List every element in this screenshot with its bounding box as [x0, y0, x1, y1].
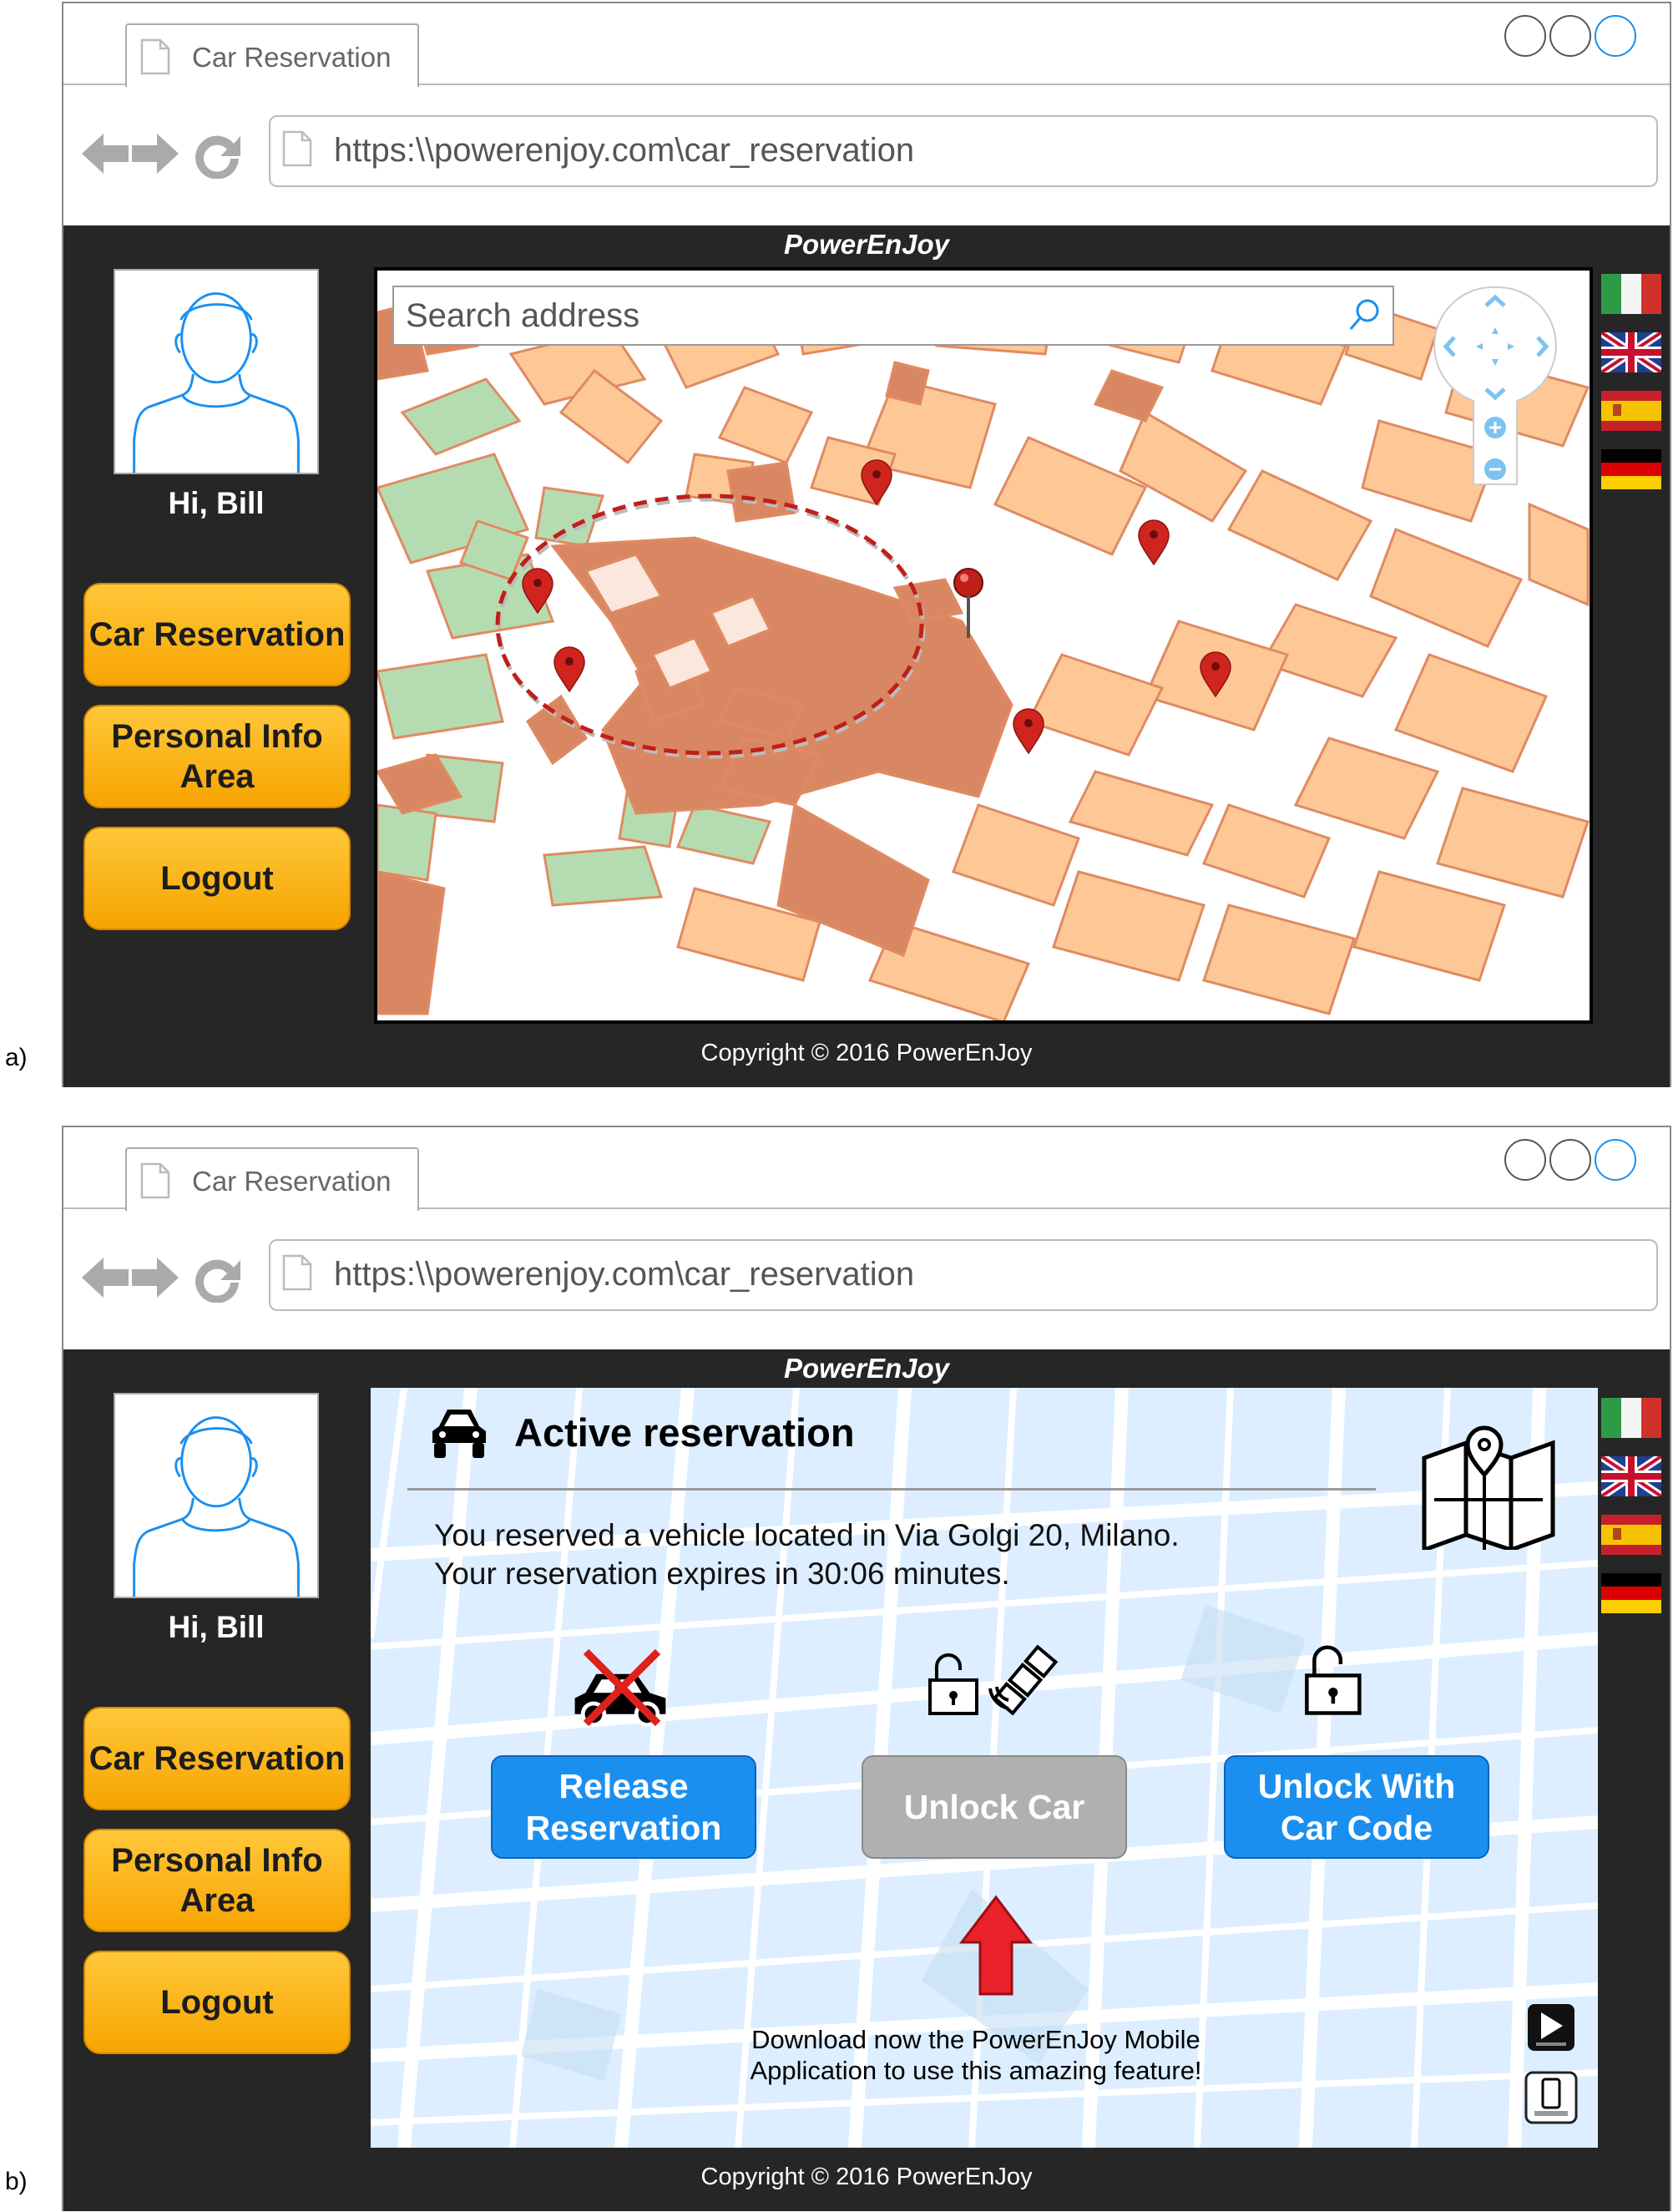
spain-flag-icon[interactable]: [1601, 1515, 1661, 1555]
nav-arrows-icon[interactable]: [80, 1253, 247, 1303]
pin-icon[interactable]: [553, 646, 586, 693]
page-icon: [282, 1254, 312, 1291]
pin-icon[interactable]: [521, 568, 554, 615]
logout-button[interactable]: Logout: [83, 1951, 351, 2054]
car-reservation-button[interactable]: Car Reservation: [83, 583, 351, 686]
app-area: PowerEnJoy Hi, Bill Car Reservation Pers…: [63, 225, 1670, 1087]
unlock-car-button[interactable]: Unlock Car: [862, 1755, 1127, 1859]
app-area: PowerEnJoy Hi, Bill Car Reservation Pers…: [63, 1349, 1670, 2211]
germany-flag-icon[interactable]: [1601, 449, 1661, 489]
app-store-icon[interactable]: [1524, 2071, 1578, 2124]
page-icon: [282, 130, 312, 167]
map-location-icon: [1422, 1425, 1555, 1550]
panel-b-label: b): [5, 2168, 28, 2195]
up-arrow-icon: [958, 1895, 1034, 1996]
address-bar[interactable]: https:\\powerenjoy.com\car_reservation: [269, 1239, 1658, 1311]
window-controls: [1504, 1139, 1636, 1181]
search-input[interactable]: Search address: [392, 286, 1394, 346]
browser-tab[interactable]: Car Reservation: [125, 1147, 419, 1211]
brand-title: PowerEnJoy: [783, 1353, 950, 1384]
brand-title: PowerEnJoy: [783, 229, 950, 260]
window-minimize-button[interactable]: [1549, 1139, 1591, 1181]
url-text: https:\\powerenjoy.com\car_reservation: [334, 1256, 915, 1293]
browser-window-a: Car Reservation https:\\powerenjoy.com\c…: [62, 2, 1671, 1087]
italy-flag-icon[interactable]: [1601, 274, 1661, 314]
uk-flag-icon[interactable]: [1601, 332, 1661, 372]
greeting-text: Hi, Bill: [168, 1610, 265, 1644]
car-icon: [432, 1410, 486, 1458]
current-location-pin-icon: [953, 568, 983, 638]
copyright-text: Copyright © 2016 PowerEnJoy: [700, 2164, 1033, 2190]
address-bar[interactable]: https:\\powerenjoy.com\car_reservation: [269, 115, 1658, 187]
pin-icon[interactable]: [1199, 651, 1232, 698]
tab-strip: Car Reservation: [63, 3, 1670, 87]
personal-info-button[interactable]: Personal Info Area: [83, 1829, 351, 1932]
browser-window-b: Car Reservation https:\\powerenjoy.com\c…: [62, 1126, 1671, 2211]
pin-icon[interactable]: [1012, 708, 1045, 755]
download-app-text: Download now the PowerEnJoy Mobile Appli…: [750, 2025, 1202, 2085]
map-view[interactable]: Search address: [374, 267, 1593, 1024]
window-maximize-button[interactable]: [1595, 15, 1636, 57]
nav-arrows-icon[interactable]: [80, 129, 247, 179]
reservation-expiry-text: Your reservation expires in 30:06 minute…: [434, 1556, 1010, 1591]
panel-a-label: a): [5, 1044, 28, 1071]
tab-strip: Car Reservation: [63, 1127, 1670, 1211]
copyright-text: Copyright © 2016 PowerEnJoy: [700, 1040, 1033, 1066]
nav-bar: https:\\powerenjoy.com\car_reservation: [63, 85, 1670, 225]
logout-button[interactable]: Logout: [83, 827, 351, 930]
city-map: [377, 286, 1590, 1020]
tab-title: Car Reservation: [192, 1166, 392, 1197]
window-close-button[interactable]: [1504, 1139, 1546, 1181]
avatar: [114, 269, 319, 474]
release-car-icon: [558, 1648, 691, 1730]
tab-title: Car Reservation: [192, 42, 392, 73]
window-close-button[interactable]: [1504, 15, 1546, 57]
window-minimize-button[interactable]: [1549, 15, 1591, 57]
greeting-text: Hi, Bill: [168, 486, 265, 520]
car-reservation-button[interactable]: Car Reservation: [83, 1707, 351, 1810]
window-maximize-button[interactable]: [1595, 1139, 1636, 1181]
reservation-panel: Active reservation You reserved a vehicl…: [371, 1388, 1598, 2148]
page-icon: [140, 1162, 170, 1199]
unlock-with-car-code-button[interactable]: Unlock With Car Code: [1224, 1755, 1489, 1859]
nav-bar: https:\\powerenjoy.com\car_reservation: [63, 1209, 1670, 1349]
lock-icon: [1301, 1642, 1367, 1717]
pin-icon[interactable]: [860, 459, 893, 506]
spain-flag-icon[interactable]: [1601, 391, 1661, 431]
url-text: https:\\powerenjoy.com\car_reservation: [334, 132, 915, 169]
avatar: [114, 1393, 319, 1598]
search-icon[interactable]: [1347, 297, 1381, 334]
user-icon: [115, 271, 317, 473]
google-play-icon[interactable]: [1526, 2002, 1576, 2053]
language-flags: [1601, 1398, 1661, 1632]
search-placeholder: Search address: [406, 297, 640, 334]
unlock-car-icon: [928, 1644, 1059, 1716]
reservation-location-text: You reserved a vehicle located in Via Go…: [434, 1518, 1180, 1552]
user-icon: [115, 1395, 317, 1597]
language-flags: [1601, 274, 1661, 508]
italy-flag-icon[interactable]: [1601, 1398, 1661, 1438]
window-controls: [1504, 15, 1636, 57]
germany-flag-icon[interactable]: [1601, 1573, 1661, 1613]
personal-info-button[interactable]: Personal Info Area: [83, 705, 351, 808]
map-zoom-control[interactable]: [1433, 284, 1558, 493]
divider: [407, 1488, 1376, 1491]
uk-flag-icon[interactable]: [1601, 1456, 1661, 1496]
reservation-title: Active reservation: [514, 1410, 855, 1455]
page-icon: [140, 38, 170, 75]
browser-tab[interactable]: Car Reservation: [125, 23, 419, 87]
release-reservation-button[interactable]: Release Reservation: [491, 1755, 756, 1859]
pin-icon[interactable]: [1137, 519, 1170, 566]
